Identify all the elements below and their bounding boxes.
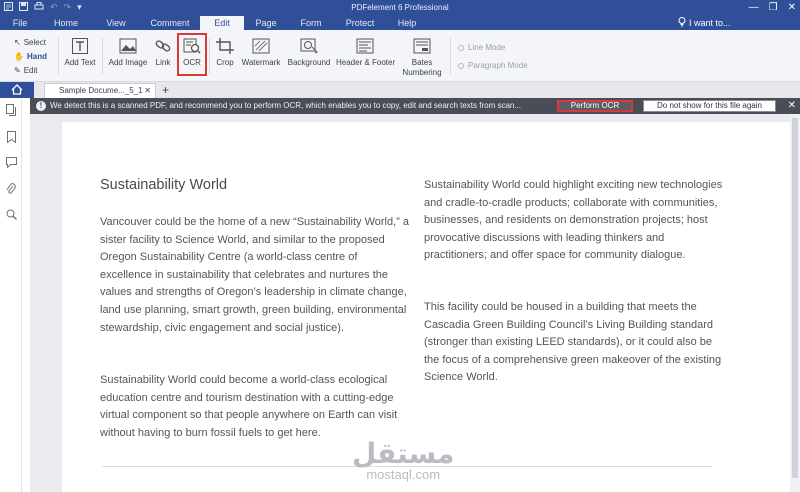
watermark-button[interactable]: Watermark	[241, 38, 281, 68]
header-footer-icon	[356, 38, 374, 54]
comment-icon[interactable]	[5, 157, 17, 169]
ocr-notification-bar: ! We detect this is a scanned PDF, and r…	[30, 98, 800, 114]
hand-tool[interactable]: ✋ Hand	[14, 50, 47, 64]
lightbulb-icon	[678, 17, 686, 29]
vertical-scrollbar[interactable]	[790, 114, 800, 492]
line-mode-label: Line Mode	[468, 43, 506, 52]
add-text-icon	[72, 38, 88, 54]
add-text-button[interactable]: Add Text	[62, 38, 98, 68]
separator	[102, 38, 103, 74]
line-mode-radio[interactable]	[458, 44, 464, 51]
menu-bar: File Home View Comment Edit Page Form Pr…	[0, 16, 428, 30]
menu-comment[interactable]: Comment	[140, 16, 200, 30]
info-icon: !	[36, 101, 46, 111]
menu-edit[interactable]: Edit	[200, 16, 244, 30]
ocr-highlight-box	[177, 33, 207, 76]
document-tab-label: Sample Docume..._5_1	[59, 86, 143, 95]
paragraph: Vancouver could be the home of a new “Su…	[100, 216, 409, 334]
crop-button[interactable]: Crop	[213, 38, 237, 68]
ribbon-toolbar: ↖ Select ✋ Hand ✎ Edit Add Text Add Imag…	[0, 30, 800, 82]
paragraph-mode-option[interactable]: Paragraph Mode	[458, 61, 528, 70]
header-footer-label: Header & Footer	[336, 58, 396, 67]
app-title: PDFelement 6 Professional	[351, 3, 449, 12]
paragraph: This facility could be housed in a build…	[424, 301, 722, 384]
line-mode-option[interactable]: Line Mode	[458, 43, 505, 52]
bates-numbering-button[interactable]: Bates Numbering	[400, 38, 444, 78]
title-bar: ↶ ↷ ▾ PDFelement 6 Professional — ❐ ✕ Fi…	[0, 0, 800, 30]
background-icon	[300, 38, 318, 54]
select-label: Select	[23, 38, 46, 47]
add-image-button[interactable]: Add Image	[108, 38, 148, 68]
tab-close-icon[interactable]: ✕	[144, 84, 151, 97]
link-icon	[155, 40, 171, 52]
selection-tools: ↖ Select ✋ Hand ✎ Edit	[14, 36, 47, 78]
bates-numbering-icon	[413, 38, 431, 54]
home-icon	[11, 84, 23, 95]
menu-help[interactable]: Help	[386, 16, 428, 30]
crop-label: Crop	[216, 58, 234, 67]
menu-form[interactable]: Form	[288, 16, 334, 30]
paragraph: Sustainability World could highlight exc…	[424, 179, 723, 262]
watermark: مستقل mostaql.com	[352, 440, 454, 482]
perform-ocr-button[interactable]: Perform OCR	[557, 100, 633, 112]
scrollbar-thumb[interactable]	[792, 118, 798, 478]
page-heading: Sustainability World	[100, 177, 228, 193]
home-tab-button[interactable]	[0, 82, 34, 98]
paragraph: Sustainability World could become a worl…	[100, 374, 398, 439]
document-tab-strip: Sample Docume..._5_1 ✕ +	[0, 82, 800, 98]
paragraph-mode-radio[interactable]	[458, 62, 464, 69]
add-text-label: Add Text	[64, 58, 96, 67]
link-button[interactable]: Link	[152, 38, 174, 68]
add-tab-button[interactable]: +	[162, 83, 169, 97]
edit-icon: ✎	[14, 66, 21, 75]
window-controls: — ❐ ✕	[749, 2, 796, 13]
left-side-panel	[0, 98, 22, 492]
watermark-arabic-text: مستقل	[352, 437, 455, 470]
separator	[58, 38, 59, 74]
menu-home[interactable]: Home	[40, 16, 92, 30]
paragraph-mode-label: Paragraph Mode	[468, 61, 528, 70]
background-label: Background	[287, 58, 331, 67]
document-tab[interactable]: Sample Docume..._5_1 ✕	[44, 83, 156, 98]
select-tool[interactable]: ↖ Select	[14, 36, 47, 50]
menu-file[interactable]: File	[0, 16, 40, 30]
edit-tool[interactable]: ✎ Edit	[14, 64, 47, 78]
menu-view[interactable]: View	[92, 16, 140, 30]
hand-icon: ✋	[14, 52, 24, 61]
bates-numbering-label: Bates Numbering	[402, 58, 442, 77]
ocr-notification-message: We detect this is a scanned PDF, and rec…	[50, 101, 522, 110]
crop-icon	[216, 38, 234, 54]
restore-icon[interactable]: ❐	[769, 2, 778, 13]
hand-label: Hand	[26, 52, 47, 61]
menu-page[interactable]: Page	[244, 16, 288, 30]
background-button[interactable]: Background	[287, 38, 331, 68]
attachment-icon[interactable]	[5, 183, 17, 195]
i-want-to-search[interactable]: I want to...	[678, 17, 731, 29]
add-image-icon	[119, 38, 137, 54]
cursor-icon: ↖	[14, 38, 21, 47]
close-notification-icon[interactable]: ✕	[788, 98, 796, 114]
menu-protect[interactable]: Protect	[334, 16, 386, 30]
header-footer-button[interactable]: Header & Footer	[336, 38, 396, 68]
bookmark-icon[interactable]	[5, 131, 17, 144]
watermark-icon	[252, 38, 270, 54]
add-image-label: Add Image	[108, 58, 148, 67]
separator	[209, 38, 210, 74]
link-label: Link	[155, 58, 171, 67]
do-not-show-button[interactable]: Do not show for this file again	[643, 100, 776, 112]
close-icon[interactable]: ✕	[788, 2, 796, 13]
thumbnails-icon[interactable]	[5, 104, 17, 116]
watermark-label: Watermark	[241, 58, 281, 67]
watermark-latin-text: mostaql.com	[366, 467, 441, 482]
search-icon[interactable]	[5, 209, 17, 221]
i-want-to-label: I want to...	[689, 18, 731, 28]
separator	[450, 38, 451, 74]
minimize-icon[interactable]: —	[749, 2, 759, 13]
edit-label: Edit	[23, 66, 38, 75]
